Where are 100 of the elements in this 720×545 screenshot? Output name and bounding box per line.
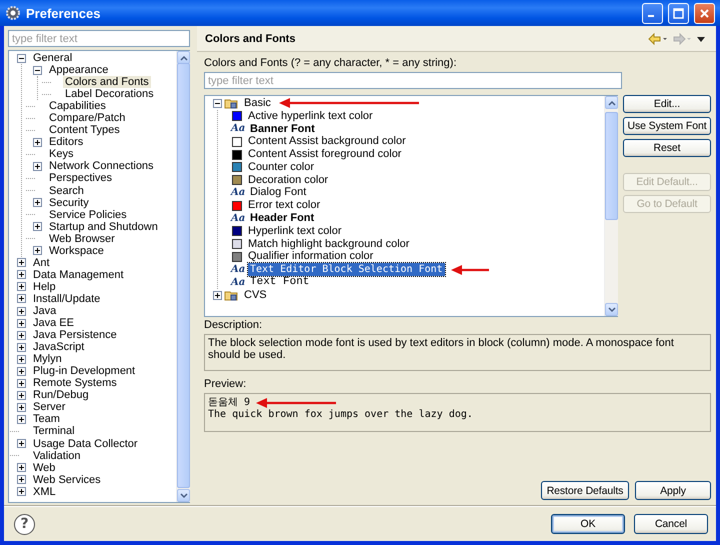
tree-item[interactable]: Workspace [47, 244, 106, 257]
expand-icon[interactable] [17, 270, 26, 280]
minimize-button[interactable] [642, 2, 663, 24]
tree-item[interactable]: Startup and Shutdown [47, 220, 160, 233]
tree-item[interactable]: Compare/Patch [47, 112, 128, 124]
view-menu-button[interactable] [694, 34, 708, 42]
edit-button[interactable]: Edit... [623, 95, 711, 113]
tree-item[interactable]: Java EE [31, 317, 76, 330]
tree-item[interactable]: Keys [47, 148, 76, 160]
expand-icon[interactable] [17, 330, 26, 340]
tree-item[interactable]: Ant [31, 256, 52, 269]
tree-item[interactable]: Label Decorations [63, 88, 156, 100]
ok-button[interactable]: OK [551, 514, 625, 534]
tree-item[interactable]: Web Services [31, 474, 103, 486]
expand-icon[interactable] [17, 439, 26, 448]
tree-item[interactable]: XML [31, 486, 58, 498]
expand-icon[interactable] [33, 162, 42, 171]
tree-item[interactable]: Remote Systems [31, 377, 119, 390]
tree-item[interactable]: Text Editor Block Selection Font [248, 263, 445, 276]
tree-item[interactable]: Mylyn [31, 353, 64, 366]
tree-item[interactable]: Server [31, 401, 68, 414]
tree-item[interactable]: Text Font [248, 276, 312, 290]
expand-icon[interactable] [33, 138, 42, 147]
expand-icon[interactable] [213, 290, 222, 300]
expand-icon[interactable] [17, 475, 26, 484]
tree-item[interactable]: Help [31, 280, 58, 293]
tree-item[interactable]: Perspectives [47, 172, 114, 184]
help-button[interactable]: ? [14, 514, 35, 534]
tree-item[interactable]: Qualifier information color [246, 250, 376, 264]
collapse-icon[interactable] [17, 54, 26, 63]
tree-item[interactable]: Content Assist background color [246, 135, 408, 148]
tree-item[interactable]: Editors [47, 136, 86, 148]
expand-icon[interactable] [17, 414, 26, 424]
expand-icon[interactable] [17, 342, 26, 352]
filter-field[interactable]: type filter text [204, 72, 622, 89]
tree-item[interactable]: Error text color [246, 199, 322, 212]
collapse-icon[interactable] [213, 98, 222, 108]
minimize-icon [648, 15, 654, 17]
tree-item[interactable]: Content Assist foreground color [246, 148, 404, 162]
tree-item[interactable]: Appearance [47, 64, 110, 76]
tree-item[interactable]: Team [31, 413, 62, 426]
tree-item[interactable]: Install/Update [31, 292, 102, 305]
expand-icon[interactable] [17, 390, 26, 400]
expand-icon[interactable] [17, 378, 26, 388]
tree-item[interactable]: Usage Data Collector [31, 438, 140, 450]
tree-item[interactable]: Search [47, 184, 86, 197]
expand-icon[interactable] [17, 294, 26, 304]
window-title: Preferences [26, 6, 102, 20]
vertical-scrollbar[interactable] [176, 51, 190, 502]
tree-item[interactable]: Active hyperlink text color [246, 110, 375, 123]
tree-item[interactable]: JavaScript [31, 341, 86, 354]
expand-icon[interactable] [17, 306, 26, 316]
expand-icon[interactable] [33, 246, 42, 256]
tree-item[interactable]: Basic [242, 96, 273, 110]
collapse-icon[interactable] [33, 66, 42, 75]
system-font-button[interactable]: Use System Font [623, 117, 711, 135]
tree-item[interactable]: Match highlight background color [246, 238, 412, 251]
tree-item[interactable]: Network Connections [47, 160, 156, 172]
expand-icon[interactable] [33, 222, 42, 232]
tree-item[interactable]: Plug-in Development [31, 365, 138, 378]
tree-item[interactable]: CVS [242, 288, 269, 302]
tree-item[interactable]: Content Types [47, 124, 122, 136]
tree-item[interactable]: Run/Debug [31, 389, 91, 402]
reset-button[interactable]: Reset [623, 139, 711, 157]
expand-icon[interactable] [17, 354, 26, 364]
tree-item[interactable]: Capabilities [47, 100, 108, 112]
close-button[interactable] [694, 2, 715, 24]
expand-icon[interactable] [33, 198, 42, 208]
tree-item[interactable]: Counter color [246, 160, 316, 174]
tree-item[interactable]: Data Management [31, 268, 126, 281]
tree-item[interactable]: Service Policies [47, 208, 129, 221]
tree-item[interactable]: Banner Font [248, 122, 317, 136]
tree-item[interactable]: Colors and Fonts [63, 76, 151, 88]
expand-icon[interactable] [17, 318, 26, 328]
font-icon: Aa [231, 213, 245, 224]
tree-item[interactable]: Java Persistence [31, 329, 119, 342]
expand-icon[interactable] [17, 366, 26, 376]
tree-item[interactable]: Java [31, 305, 58, 317]
tree-item[interactable]: General [31, 52, 74, 64]
tree-item[interactable]: Web [31, 462, 58, 474]
tree-item[interactable]: Header Font [248, 212, 316, 226]
tree-item[interactable]: Web Browser [47, 232, 117, 245]
tree-item[interactable]: Decoration color [246, 174, 330, 187]
expand-icon[interactable] [17, 258, 26, 268]
tree-item[interactable]: Dialog Font [248, 186, 308, 200]
tree-item[interactable]: Validation [31, 450, 82, 462]
tree-item[interactable]: Terminal [31, 425, 77, 438]
expand-icon[interactable] [17, 487, 26, 496]
restore-defaults-button[interactable]: Restore Defaults [541, 481, 629, 500]
apply-button[interactable]: Apply [635, 481, 711, 500]
expand-icon[interactable] [17, 402, 26, 412]
expand-icon[interactable] [17, 282, 26, 292]
expand-icon[interactable] [17, 463, 26, 472]
tree-item[interactable]: Security [47, 196, 91, 209]
maximize-button[interactable] [668, 2, 689, 24]
filter-field[interactable]: type filter text [8, 30, 190, 47]
tree-item[interactable]: Hyperlink text color [246, 224, 344, 238]
cancel-button[interactable]: Cancel [634, 514, 708, 534]
back-button[interactable] [646, 32, 670, 44]
vertical-scrollbar[interactable] [604, 96, 618, 316]
